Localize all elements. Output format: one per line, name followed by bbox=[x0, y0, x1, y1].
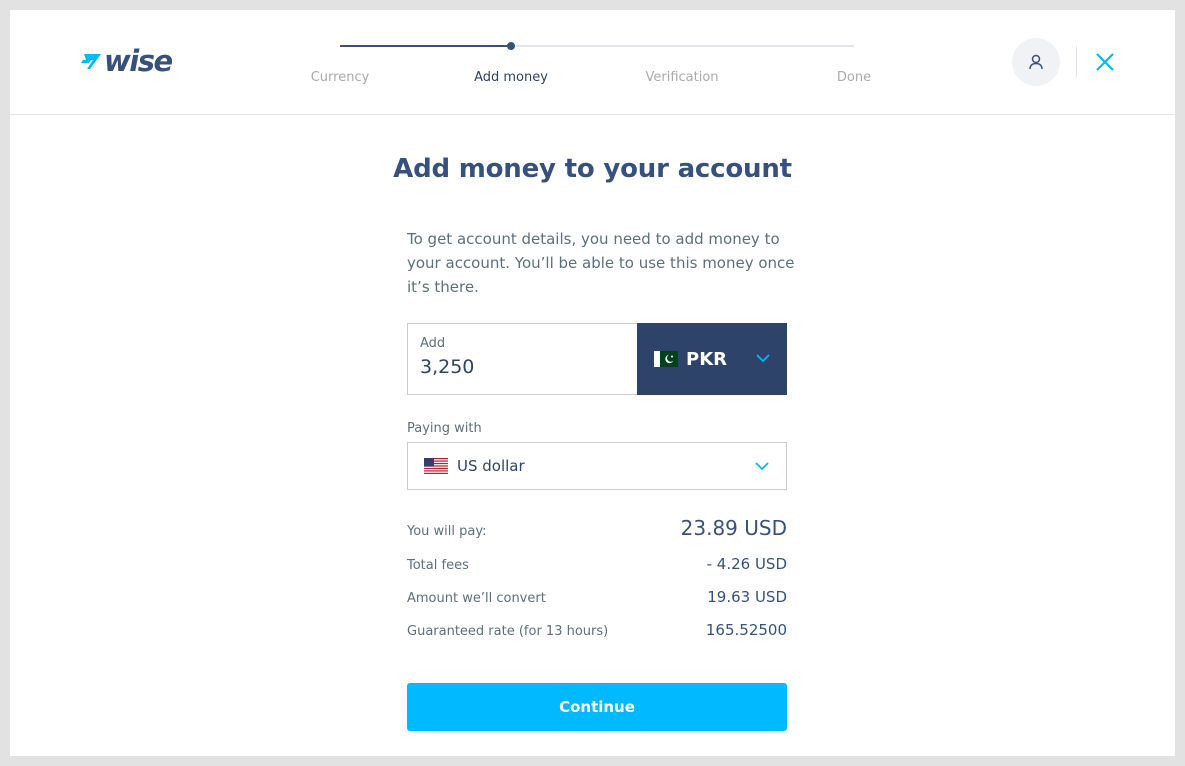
summary-total-fees: Total fees - 4.26 USD bbox=[407, 555, 787, 573]
wise-logo[interactable]: wise bbox=[81, 44, 173, 78]
you-will-pay-value: 23.89 USD bbox=[680, 516, 787, 540]
pakistan-flag-icon bbox=[654, 351, 678, 367]
summary-guaranteed-rate: Guaranteed rate (for 13 hours) 165.52500 bbox=[407, 621, 787, 639]
step-currency: Currency bbox=[310, 70, 370, 85]
profile-button[interactable] bbox=[1012, 38, 1060, 86]
amount-label: Add bbox=[420, 336, 446, 351]
paying-with-dropdown[interactable]: US dollar bbox=[407, 442, 787, 490]
top-bar: wise Currency Add money Verification Don… bbox=[10, 10, 1175, 115]
convert-amount-value: 19.63 USD bbox=[707, 588, 787, 606]
page-description: To get account details, you need to add … bbox=[407, 230, 795, 296]
step-add-money: Add money bbox=[474, 70, 548, 85]
guaranteed-rate-label: Guaranteed rate (for 13 hours) bbox=[407, 624, 609, 639]
step-done: Done bbox=[836, 70, 872, 85]
total-fees-value: - 4.26 USD bbox=[706, 555, 787, 573]
wise-flag-icon bbox=[81, 54, 101, 69]
chevron-down-icon bbox=[755, 462, 769, 471]
you-will-pay-label: You will pay: bbox=[407, 524, 487, 539]
us-flag-icon bbox=[424, 458, 448, 474]
close-button[interactable] bbox=[1093, 50, 1117, 74]
currency-dropdown[interactable]: PKR bbox=[637, 323, 787, 395]
stepper-current-dot bbox=[507, 42, 515, 50]
amount-input[interactable] bbox=[420, 356, 620, 378]
continue-button[interactable]: Continue bbox=[407, 683, 787, 731]
stepper-progress bbox=[340, 45, 511, 47]
app-window: wise Currency Add money Verification Don… bbox=[10, 10, 1175, 756]
paying-with-value: US dollar bbox=[457, 457, 525, 475]
user-icon bbox=[1029, 54, 1043, 70]
currency-code: PKR bbox=[686, 348, 728, 370]
step-verification: Verification bbox=[645, 70, 719, 85]
header-divider bbox=[1076, 46, 1077, 78]
summary-you-will-pay: You will pay: 23.89 USD bbox=[407, 516, 787, 540]
progress-stepper: Currency Add money Verification Done bbox=[270, 40, 890, 100]
page-title: Add money to your account bbox=[393, 154, 792, 184]
chevron-down-icon bbox=[756, 354, 770, 363]
guaranteed-rate-value: 165.52500 bbox=[705, 621, 787, 639]
summary-convert-amount: Amount we’ll convert 19.63 USD bbox=[407, 588, 787, 606]
paying-with-label: Paying with bbox=[407, 421, 482, 436]
convert-amount-label: Amount we’ll convert bbox=[407, 591, 546, 606]
amount-field[interactable]: Add bbox=[407, 323, 637, 395]
close-icon bbox=[1096, 53, 1114, 71]
amount-input-group: Add PKR bbox=[407, 323, 787, 395]
logo-wordmark: wise bbox=[104, 44, 173, 78]
total-fees-label: Total fees bbox=[407, 558, 469, 573]
